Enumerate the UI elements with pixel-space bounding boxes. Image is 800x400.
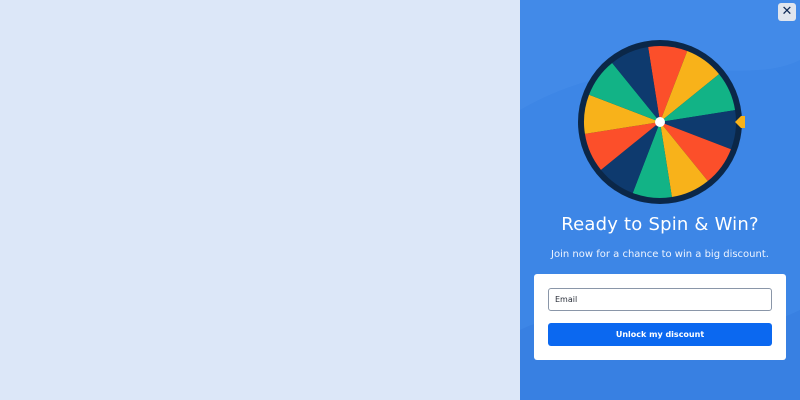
email-field[interactable] [548,288,772,311]
page: ✕ Ready to Spin & Win? Join now for a ch… [0,0,800,400]
spin-to-win-popup: ✕ Ready to Spin & Win? Join now for a ch… [520,0,800,400]
close-icon: ✕ [781,4,793,19]
popup-headline: Ready to Spin & Win? [561,214,759,235]
prize-wheel [577,38,745,206]
popup-subheadline: Join now for a chance to win a big disco… [551,249,769,260]
page-backdrop [0,0,520,400]
close-button[interactable]: ✕ [778,3,796,21]
prize-wheel-graphic [578,40,745,204]
wheel-hub [655,117,665,127]
unlock-discount-button[interactable]: Unlock my discount [548,323,772,346]
signup-form-card: Unlock my discount [534,274,786,360]
